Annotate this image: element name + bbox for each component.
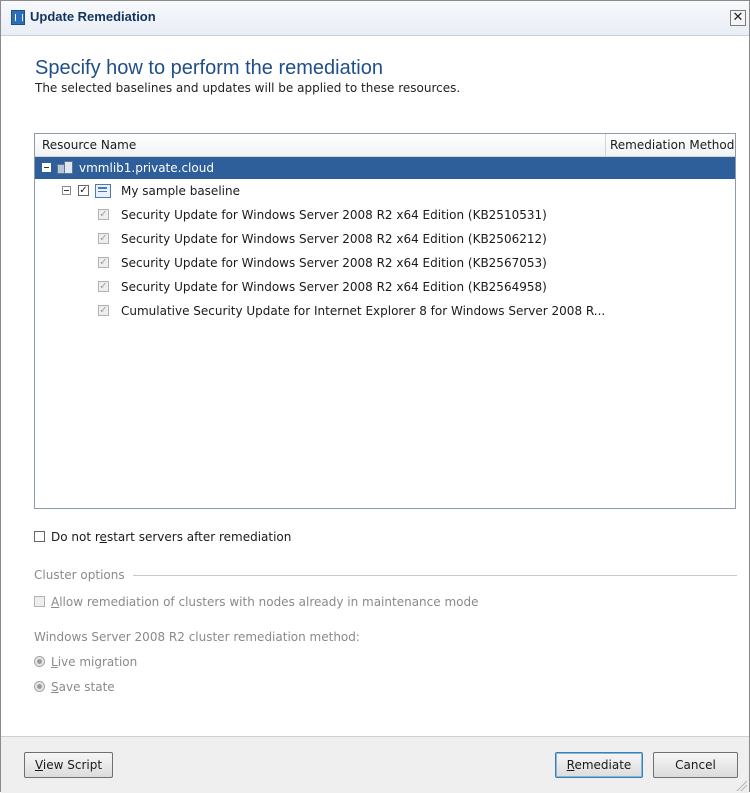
grid-header: Resource Name Remediation Method (35, 134, 735, 157)
baseline-icon (95, 184, 111, 198)
live-migration-radio[interactable] (34, 656, 45, 667)
view-script-button[interactable]: View Script (24, 752, 113, 778)
update-checkbox[interactable]: ✓ (98, 305, 109, 316)
cancel-button[interactable]: Cancel (653, 752, 738, 778)
resource-tree-grid[interactable]: Resource Name Remediation Method vmmlib1… (34, 133, 736, 509)
update-checkbox[interactable]: ✓ (98, 281, 109, 292)
column-header-resource-name[interactable]: Resource Name (35, 134, 606, 156)
close-button[interactable]: ✕ (730, 10, 746, 26)
title-bar[interactable]: Update Remediation ✕ (1, 1, 749, 36)
tree-row-update[interactable]: ✓ Security Update for Windows Server 200… (35, 276, 735, 298)
update-name: Security Update for Windows Server 2008 … (121, 280, 547, 294)
cluster-method-label: Windows Server 2008 R2 cluster remediati… (34, 630, 360, 644)
allow-maintenance-label[interactable]: Allow remediation of clusters with nodes… (51, 595, 478, 609)
live-migration-label[interactable]: Live migration (51, 655, 137, 669)
update-checkbox[interactable]: ✓ (98, 257, 109, 268)
baseline-checkbox[interactable]: ✓ (78, 185, 89, 196)
group-divider (133, 575, 737, 576)
update-name: Security Update for Windows Server 2008 … (121, 256, 547, 270)
save-state-radio[interactable] (34, 681, 45, 692)
allow-maintenance-checkbox[interactable] (34, 596, 45, 607)
update-checkbox[interactable]: ✓ (98, 233, 109, 244)
server-icon (57, 161, 74, 175)
no-restart-checkbox[interactable] (34, 531, 45, 542)
page-description: The selected baselines and updates will … (35, 81, 461, 95)
resize-grip[interactable] (735, 779, 747, 791)
no-restart-label[interactable]: Do not restart servers after remediation (51, 530, 291, 544)
cluster-options-group-label: Cluster options (34, 568, 125, 582)
tree-row-server[interactable]: vmmlib1.private.cloud (35, 157, 735, 179)
dialog-icon (11, 10, 25, 25)
server-name: vmmlib1.private.cloud (79, 161, 214, 175)
page-heading: Specify how to perform the remediation (35, 57, 383, 79)
tree-row-update[interactable]: ✓ Security Update for Windows Server 200… (35, 204, 735, 226)
tree-row-baseline[interactable]: ✓ My sample baseline (35, 180, 735, 202)
dialog-footer: View Script Remediate Cancel (1, 736, 749, 793)
tree-row-update[interactable]: ✓ Security Update for Windows Server 200… (35, 252, 735, 274)
collapse-expander-icon[interactable] (42, 163, 51, 172)
tree-row-update[interactable]: ✓ Security Update for Windows Server 200… (35, 228, 735, 250)
baseline-name: My sample baseline (121, 184, 240, 198)
update-name: Security Update for Windows Server 2008 … (121, 232, 547, 246)
window-title: Update Remediation (30, 9, 156, 24)
update-name: Security Update for Windows Server 2008 … (121, 208, 547, 222)
update-name: Cumulative Security Update for Internet … (121, 304, 606, 318)
collapse-expander-icon[interactable] (62, 186, 71, 195)
column-header-remediation-method[interactable]: Remediation Method (606, 134, 735, 156)
tree-row-update[interactable]: ✓ Cumulative Security Update for Interne… (35, 300, 735, 322)
save-state-label[interactable]: Save state (51, 680, 115, 694)
update-remediation-dialog: Update Remediation ✕ Specify how to perf… (0, 0, 750, 793)
remediate-button[interactable]: Remediate (555, 752, 643, 778)
update-checkbox[interactable]: ✓ (98, 209, 109, 220)
